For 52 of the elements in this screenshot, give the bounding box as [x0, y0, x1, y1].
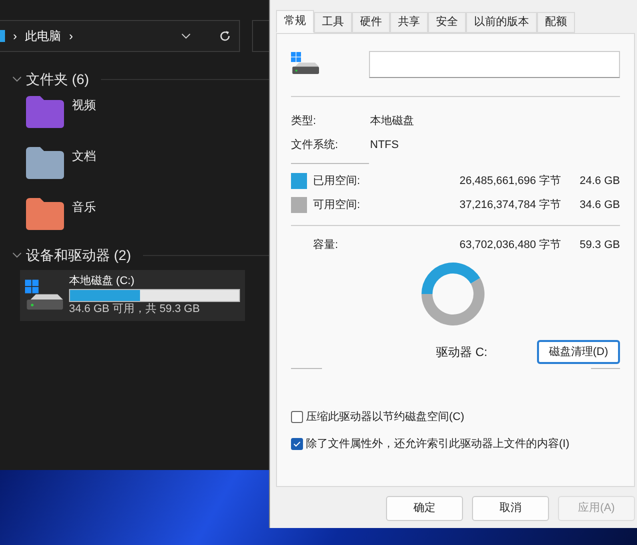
separator-text: ›: [69, 28, 73, 45]
folder-name[interactable]: 音乐: [72, 198, 96, 216]
space-label: 可用空间:: [313, 198, 362, 213]
tab[interactable]: 硬件: [352, 12, 390, 33]
folder-name[interactable]: 文档: [72, 147, 96, 165]
address-path: 此电脑: [25, 28, 61, 45]
separator-text: ›: [13, 28, 17, 45]
refresh-icon[interactable]: [219, 30, 231, 42]
folder-icon: [26, 147, 64, 179]
checkbox[interactable]: [291, 438, 303, 450]
drive-label: 驱动器 C:: [436, 344, 488, 361]
space-bytes: 26,485,661,696 字节: [458, 174, 561, 189]
tab[interactable]: 常规: [276, 10, 314, 33]
disk-cleanup-button[interactable]: 磁盘清理(D): [537, 340, 620, 364]
disk-usage-donut-drawing: [420, 262, 484, 326]
address-bar[interactable]: › 此电脑 ›: [0, 20, 240, 52]
chevron-down-icon[interactable]: [181, 33, 191, 39]
space-bytes: 37,216,374,784 字节: [458, 198, 561, 213]
dialog-button[interactable]: 确定: [386, 496, 463, 521]
folder-icon: [26, 198, 64, 230]
folder-name[interactable]: 视频: [72, 96, 96, 114]
property-value: NTFS: [370, 138, 399, 153]
section-title: 设备和驱动器 (2): [26, 246, 131, 265]
computer-icon: [0, 30, 5, 42]
drive-tile[interactable]: 本地磁盘 (C:) 34.6 GB 可用，共 59.3 GB: [20, 270, 245, 321]
dialog-button[interactable]: 取消: [472, 496, 549, 521]
tab[interactable]: 安全: [428, 12, 466, 33]
option-label: 除了文件属性外，还允许索引此驱动器上文件的内容(I): [306, 436, 570, 452]
property-label: 文件系统:: [291, 138, 340, 153]
space-size: 59.3 GB: [578, 238, 620, 253]
name-field[interactable]: [369, 50, 620, 78]
space-bytes: 63,702,036,480 字节: [458, 238, 561, 253]
checkbox[interactable]: [291, 411, 303, 424]
drive-name: 本地磁盘 (C:): [69, 274, 136, 289]
space-size: 24.6 GB: [578, 174, 620, 189]
space-label: 已用空间:: [313, 174, 362, 189]
hard-drive-icon: [291, 52, 319, 76]
space-size: 34.6 GB: [578, 198, 620, 213]
chevron-down-icon[interactable]: [12, 76, 22, 82]
checkmark-icon: [293, 440, 301, 447]
property-label: 类型:: [291, 114, 318, 129]
drive-info: 34.6 GB 可用，共 59.3 GB: [69, 302, 201, 317]
option-label: 压缩此驱动器以节约磁盘空间(C): [306, 410, 464, 425]
tab[interactable]: 工具: [314, 12, 352, 33]
tab[interactable]: 以前的版本: [466, 12, 537, 33]
tab[interactable]: 配额: [537, 12, 575, 33]
section-title: 文件夹 (6): [26, 70, 89, 89]
tab[interactable]: 共享: [390, 12, 428, 33]
property-value: 本地磁盘: [370, 114, 414, 129]
folder-icon: [26, 96, 64, 128]
chevron-down-icon[interactable]: [12, 252, 22, 258]
space-label: 容量:: [313, 238, 340, 253]
